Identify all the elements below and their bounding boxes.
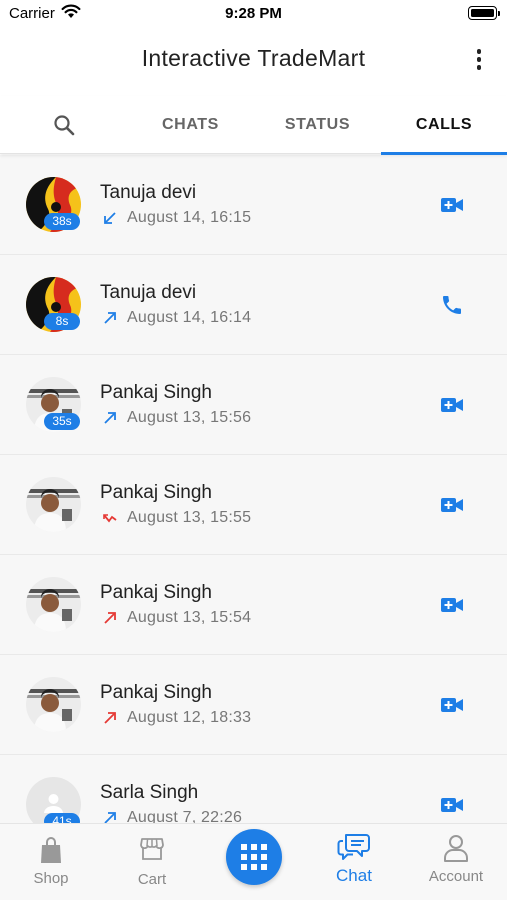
call-row[interactable]: Pankaj Singh August 13, 15:54 (0, 555, 507, 655)
caller-name: Tanuja devi (100, 282, 197, 303)
caller-name: Pankaj Singh (100, 682, 212, 703)
outgoing-call-arrow-icon (104, 812, 116, 823)
call-duration-badge: 35s (44, 413, 80, 430)
call-meta: August 13, 15:56 (102, 409, 251, 427)
status-bar: Carrier 9:28 PM (0, 0, 507, 30)
apps-grid-button[interactable] (226, 829, 282, 885)
clock: 9:28 PM (225, 5, 282, 22)
call-meta: August 12, 18:33 (102, 709, 251, 727)
call-row[interactable]: 38s Tanuja devi August 14, 16:15 (0, 155, 507, 255)
voice-call-icon[interactable] (440, 293, 464, 317)
call-timestamp: August 13, 15:55 (127, 509, 252, 526)
video-call-icon[interactable] (440, 193, 464, 217)
call-meta: August 7, 22:26 (102, 809, 242, 823)
nav-shop[interactable]: Shop (1, 824, 101, 900)
caller-name: Pankaj Singh (100, 482, 212, 503)
call-timestamp: August 12, 18:33 (127, 709, 252, 726)
call-row[interactable]: 35s Pankaj Singh August 13, 15:56 (0, 355, 507, 455)
tab-status[interactable]: STATUS (254, 96, 381, 154)
video-call-icon[interactable] (440, 593, 464, 617)
caller-name: Tanuja devi (100, 182, 197, 203)
missed-call-arrow-icon (103, 514, 117, 523)
nav-cart-label: Cart (137, 871, 167, 888)
call-meta: August 14, 16:15 (102, 209, 251, 227)
caller-name: Sarla Singh (100, 782, 199, 803)
call-row[interactable]: 8s Tanuja devi August 14, 16:14 (0, 255, 507, 355)
outgoing-call-arrow-icon (104, 412, 116, 424)
contact-avatar[interactable] (26, 477, 81, 532)
call-row[interactable]: Pankaj Singh August 12, 18:33 (0, 655, 507, 755)
shopping-bag-icon (41, 837, 61, 863)
contact-avatar[interactable] (26, 677, 81, 732)
caller-name: Pankaj Singh (100, 382, 212, 403)
call-timestamp: August 7, 22:26 (127, 809, 243, 823)
call-meta: August 13, 15:54 (102, 609, 251, 627)
app-title: Interactive TradeMart (141, 45, 366, 71)
call-timestamp: August 14, 16:15 (127, 209, 252, 226)
outgoing-unanswered-arrow-icon (104, 712, 116, 724)
call-list: 38s Tanuja devi August 14, 16:15 8s Tanuja d… (0, 155, 507, 823)
nav-cart[interactable]: Cart (102, 824, 202, 900)
call-timestamp: August 13, 15:56 (127, 409, 252, 426)
caller-name: Pankaj Singh (100, 582, 212, 603)
video-call-icon[interactable] (440, 693, 464, 717)
video-call-icon[interactable] (440, 493, 464, 517)
outgoing-unanswered-arrow-icon (104, 612, 116, 624)
store-icon (140, 838, 164, 860)
nav-chat-label: Chat (336, 866, 372, 885)
call-duration-badge: 8s (44, 313, 80, 330)
incoming-call-arrow-icon (104, 212, 116, 224)
call-timestamp: August 13, 15:54 (127, 609, 252, 626)
contact-avatar[interactable] (26, 577, 81, 632)
call-meta: August 13, 15:55 (102, 509, 251, 527)
video-call-icon[interactable] (440, 793, 464, 817)
outgoing-call-arrow-icon (104, 312, 116, 324)
nav-account-label: Account (428, 868, 484, 885)
grid-icon (241, 844, 267, 870)
search-icon (53, 115, 74, 136)
more-options-icon[interactable] (473, 47, 485, 73)
account-icon (444, 835, 468, 862)
call-timestamp: August 14, 16:14 (127, 309, 252, 326)
nav-chat[interactable]: Chat (304, 824, 404, 900)
chat-bubbles-icon (337, 834, 370, 860)
nav-shop-label: Shop (33, 870, 69, 887)
call-duration-badge: 38s (44, 213, 80, 230)
call-row[interactable]: Pankaj Singh August 13, 15:55 (0, 455, 507, 555)
call-meta: August 14, 16:14 (102, 309, 251, 327)
tab-chats[interactable]: CHATS (127, 96, 254, 154)
tab-calls[interactable]: CALLS (381, 96, 507, 155)
call-row[interactable]: 41s Sarla Singh August 7, 22:26 (0, 755, 507, 823)
call-duration-badge: 41s (44, 813, 80, 823)
tab-bar: CHATS STATUS CALLS (0, 96, 507, 155)
battery-icon (468, 6, 500, 20)
tab-search[interactable] (0, 96, 127, 154)
video-call-icon[interactable] (440, 393, 464, 417)
nav-account[interactable]: Account (406, 824, 506, 900)
